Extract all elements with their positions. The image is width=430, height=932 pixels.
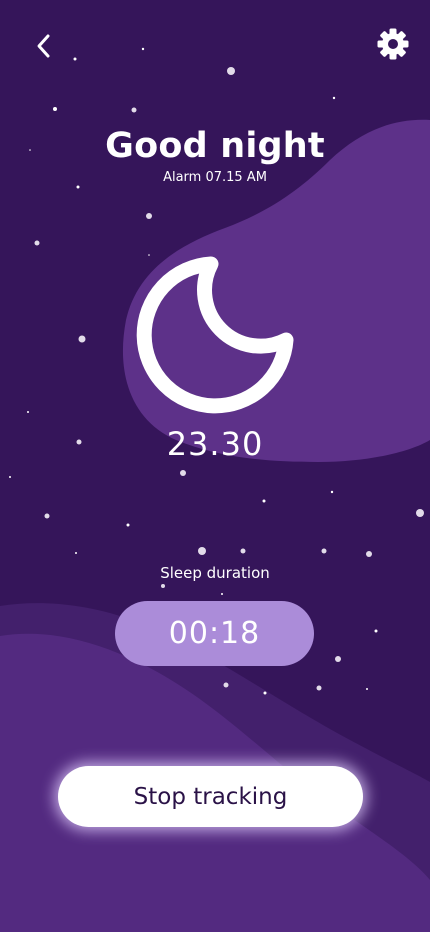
gear-icon [377, 28, 409, 60]
sleep-duration-label: Sleep duration [160, 564, 270, 582]
chevron-left-icon [37, 34, 50, 58]
page-title: Good night [105, 126, 325, 166]
moon-icon [136, 256, 294, 414]
sleep-duration-value: 00:18 [168, 616, 261, 651]
alarm-time-label: Alarm 07.15 AM [163, 170, 267, 185]
bedtime-display: 23.30 [166, 425, 264, 463]
back-button[interactable] [28, 30, 60, 62]
stop-tracking-label: Stop tracking [133, 783, 288, 810]
stop-tracking-button[interactable]: Stop tracking [58, 766, 363, 827]
settings-button[interactable] [375, 26, 411, 62]
sleep-duration-timer: 00:18 [115, 601, 314, 666]
sleep-tracking-screen: Good night Alarm 07.15 AM 23.30 Sleep du… [0, 0, 430, 932]
